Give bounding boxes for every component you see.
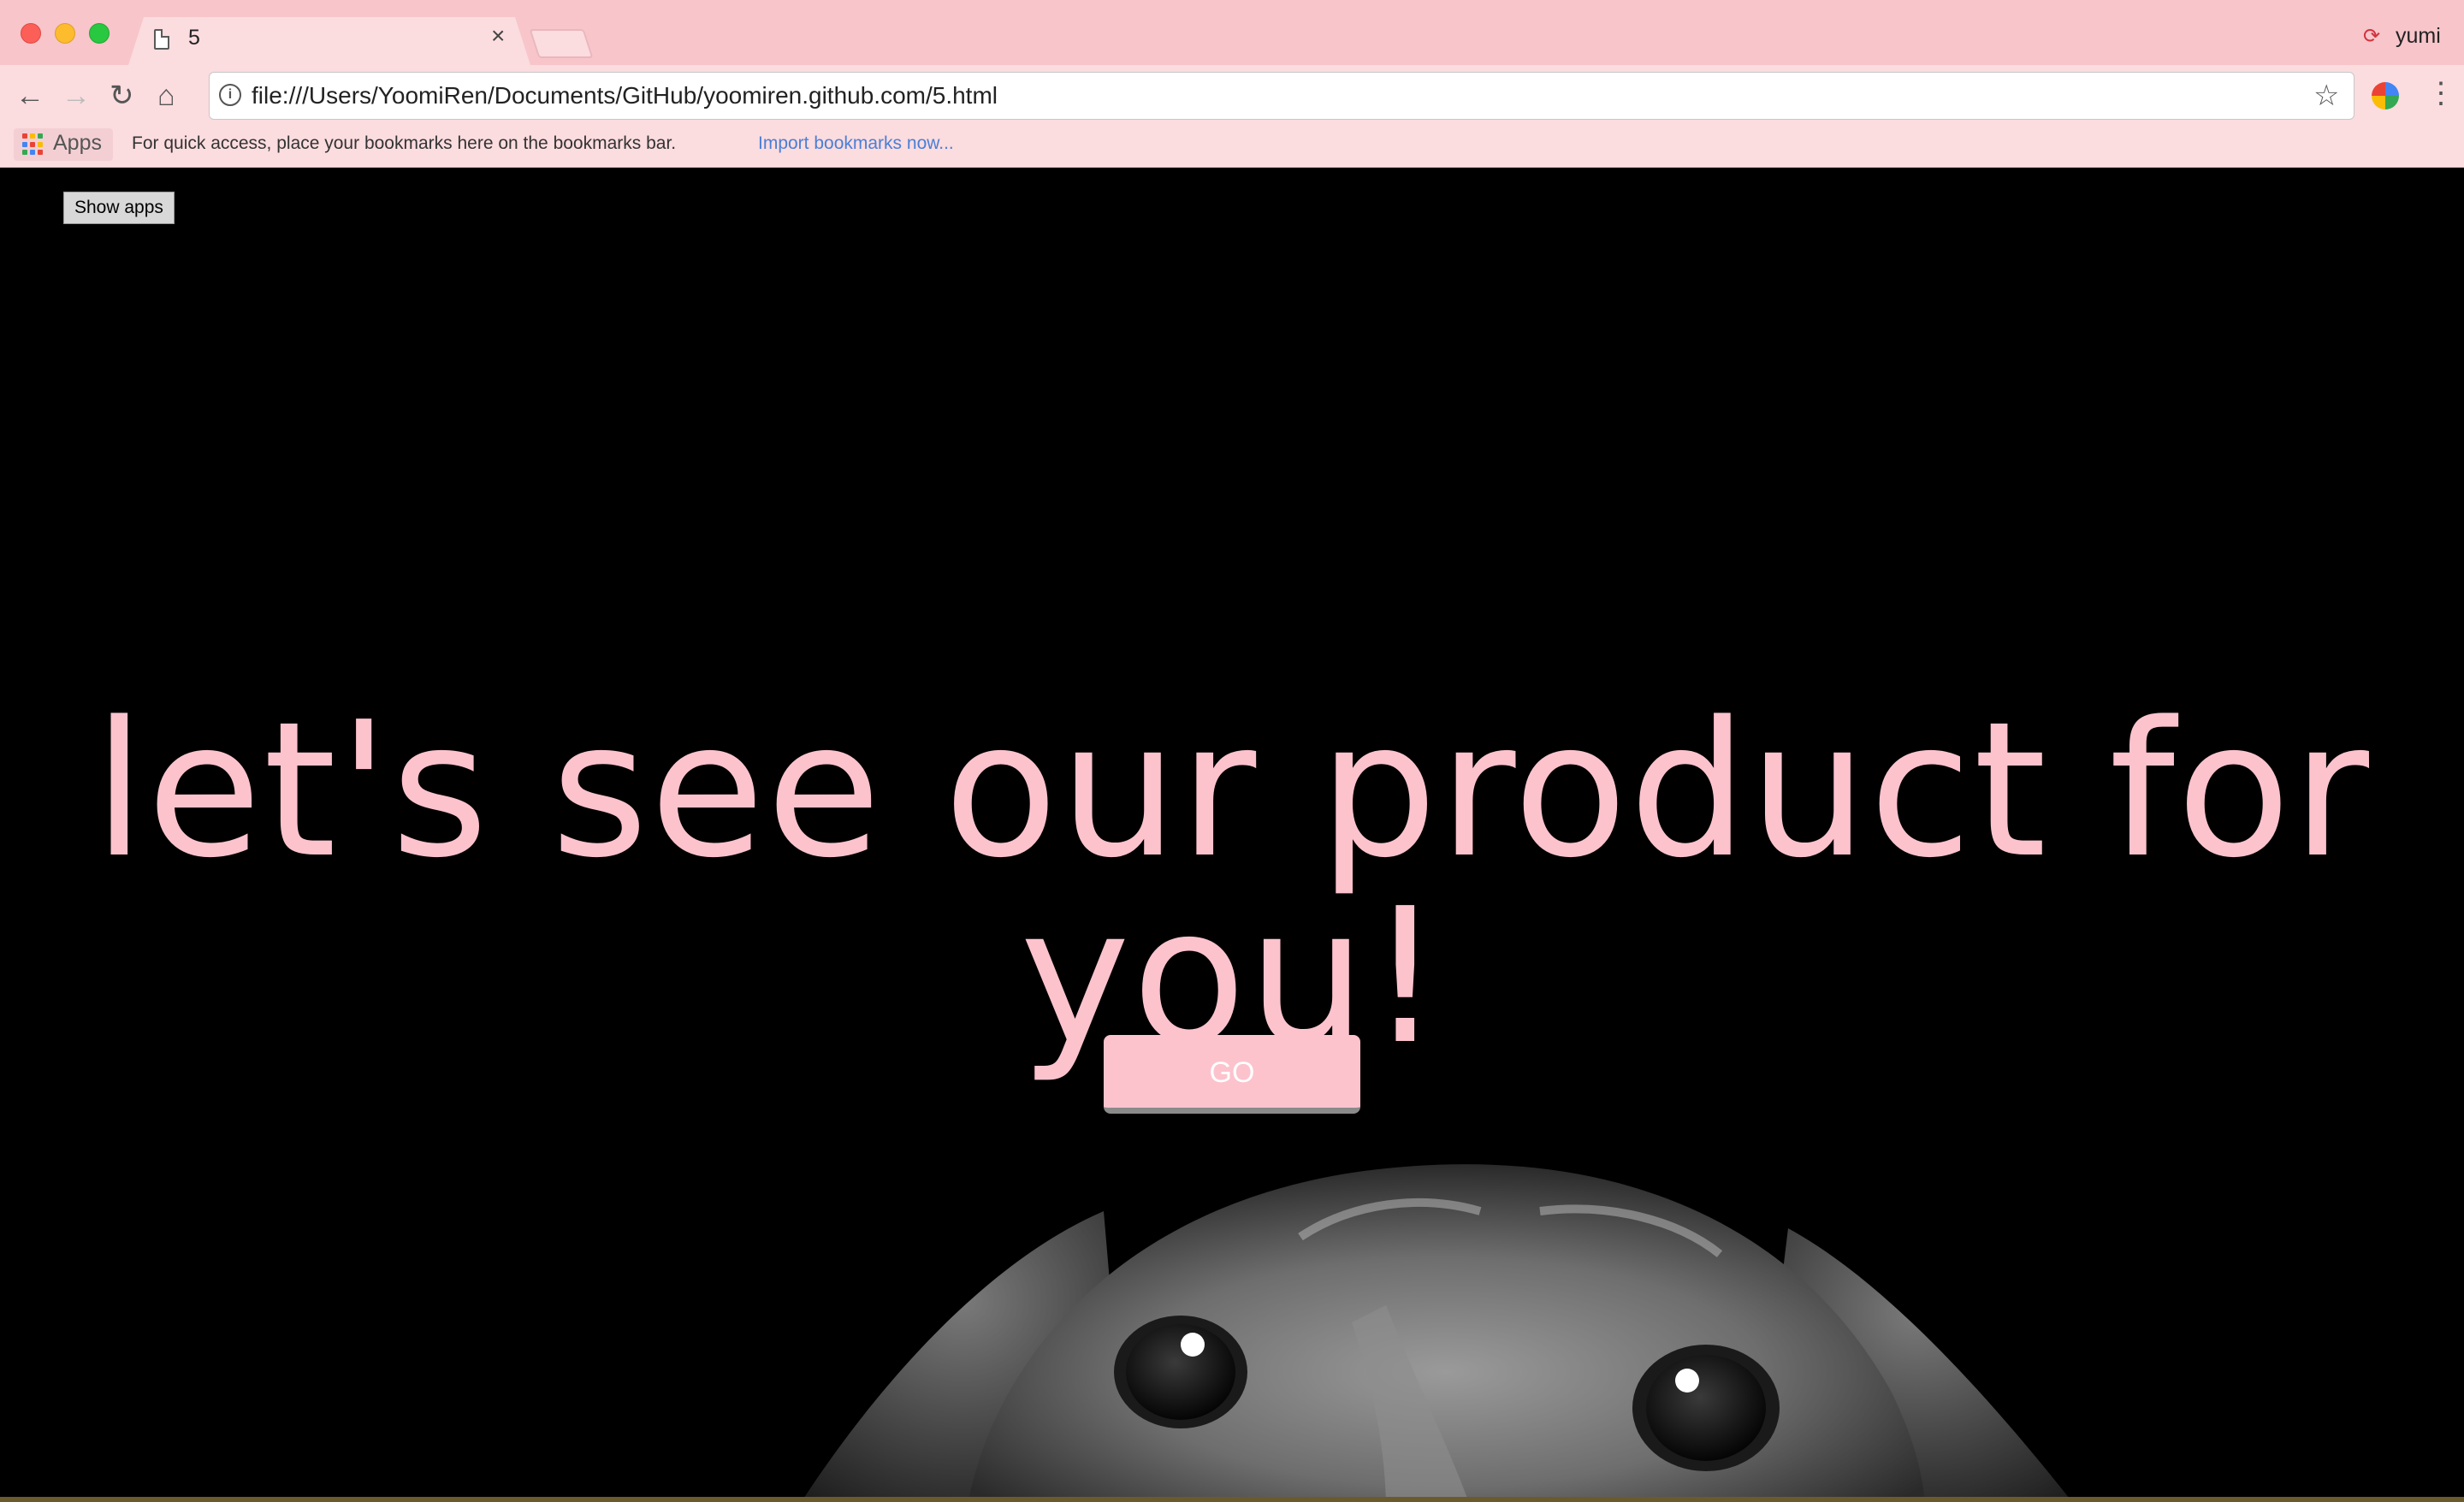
dog-image — [803, 1164, 2070, 1499]
profile-name[interactable]: yumi — [2396, 24, 2441, 49]
bookmarks-hint: For quick access, place your bookmarks h… — [132, 133, 677, 153]
maximize-window-button[interactable] — [89, 23, 110, 44]
back-icon[interactable]: ← — [15, 79, 44, 113]
sync-error-icon[interactable]: ⟳ — [2363, 24, 2380, 49]
extension-icon[interactable] — [2372, 82, 2399, 109]
apps-label[interactable]: Apps — [53, 131, 102, 156]
reload-icon[interactable]: ↻ — [110, 79, 134, 113]
hero-headline: let's see our product for you! — [92, 683, 2372, 1085]
tab-title: 5 — [188, 26, 200, 50]
home-icon[interactable]: ⌂ — [157, 79, 175, 113]
close-window-button[interactable] — [21, 23, 41, 44]
new-tab-button[interactable] — [529, 29, 594, 58]
document-icon — [154, 29, 169, 50]
menu-icon[interactable]: ⋮ — [2426, 79, 2455, 108]
info-icon[interactable]: i — [219, 84, 241, 106]
import-bookmarks-link[interactable]: Import bookmarks now... — [758, 133, 954, 154]
forward-icon[interactable]: → — [62, 79, 91, 113]
go-button[interactable]: GO — [1104, 1035, 1360, 1114]
apps-grid-icon — [22, 133, 44, 156]
minimize-window-button[interactable] — [55, 23, 75, 44]
bookmark-star-icon[interactable]: ☆ — [2313, 79, 2339, 113]
tab-close-icon[interactable]: × — [491, 24, 505, 48]
page-content: Show apps let's see our product for you!… — [0, 168, 2464, 1499]
window-bottom-edge — [0, 1497, 2464, 1502]
show-apps-button[interactable]: Show apps — [63, 192, 175, 224]
url-text[interactable]: file:///Users/YoomiRen/Documents/GitHub/… — [252, 82, 998, 109]
